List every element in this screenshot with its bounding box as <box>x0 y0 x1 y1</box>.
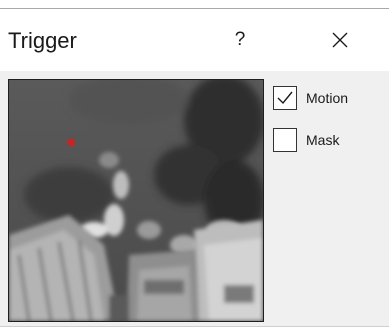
window-bottom-edge <box>0 326 389 333</box>
dialog-content: Motion Mask <box>0 71 389 333</box>
motion-label: Motion <box>306 90 349 106</box>
help-button[interactable]: ? <box>225 25 255 55</box>
mask-checkbox[interactable] <box>273 128 297 152</box>
close-button[interactable] <box>322 23 358 57</box>
camera-preview-image <box>9 80 263 321</box>
mask-label: Mask <box>306 132 340 148</box>
camera-preview <box>8 79 264 322</box>
dialog-title: Trigger <box>8 28 77 53</box>
dialog-title-bar[interactable]: Trigger ? <box>0 9 389 71</box>
motion-checkbox[interactable] <box>273 86 297 110</box>
close-icon <box>332 32 348 48</box>
mask-option[interactable]: Mask <box>273 127 339 153</box>
motion-option[interactable]: Motion <box>273 85 348 111</box>
window-top-edge <box>0 0 389 9</box>
checkmark-icon <box>277 91 293 105</box>
